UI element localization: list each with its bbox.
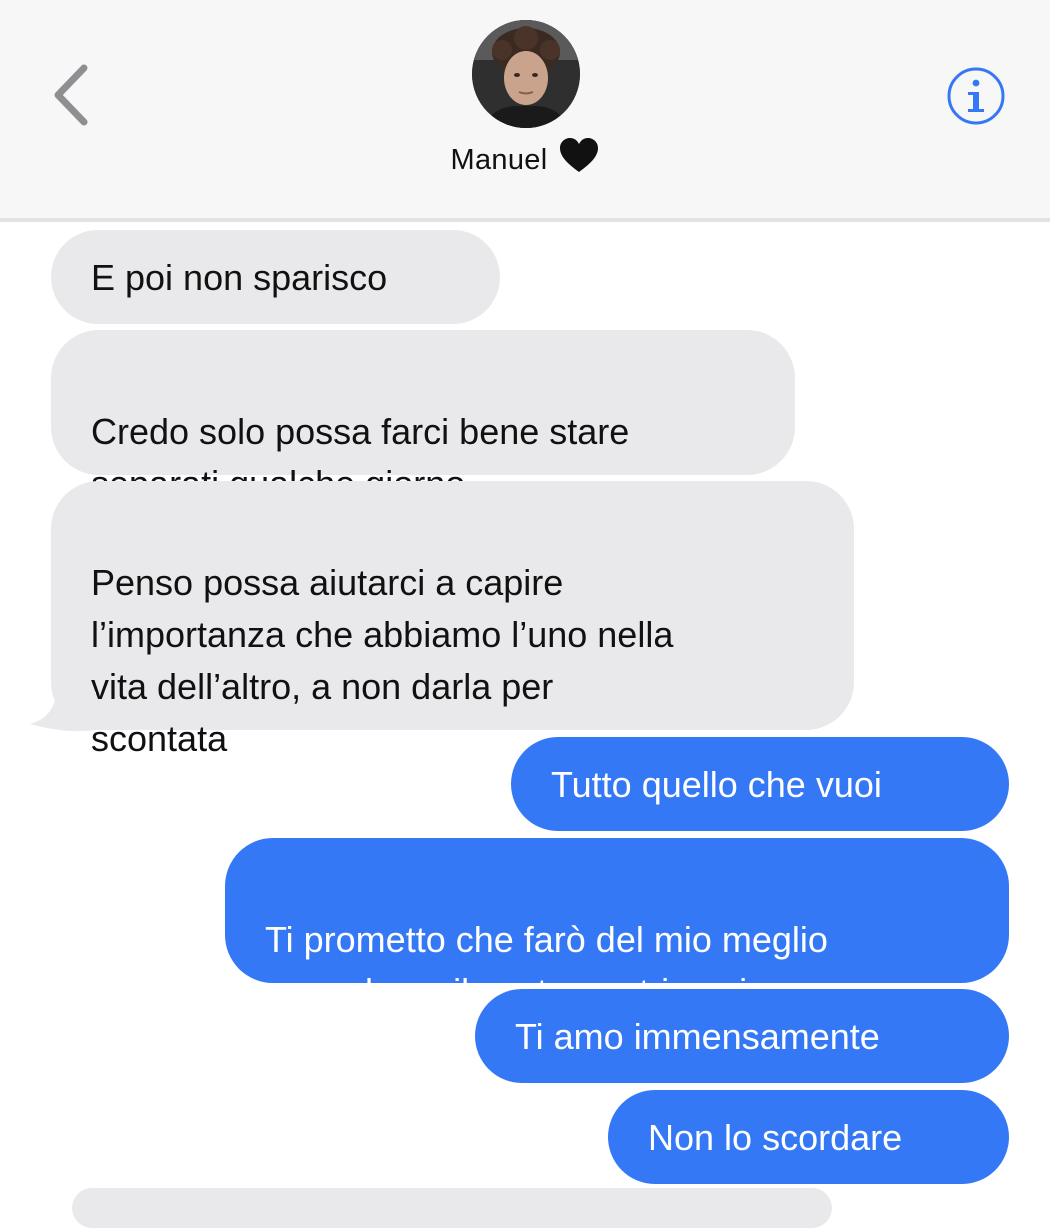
- message-bubble-outgoing[interactable]: Non lo scordare: [608, 1090, 1009, 1184]
- info-button[interactable]: [946, 66, 1006, 126]
- contact-avatar[interactable]: [472, 20, 580, 128]
- black-heart-icon: [559, 138, 599, 182]
- message-text: Tutto quello che vuoi: [551, 764, 882, 805]
- message-bubble-incoming[interactable]: Credo solo possa farci bene stare separa…: [51, 330, 795, 504]
- message-bubble-incoming[interactable]: E poi non sparisco: [51, 230, 500, 324]
- info-icon: [947, 67, 1005, 125]
- message-bubble-incoming-partial[interactable]: [72, 1188, 832, 1228]
- message-text: E poi non sparisco: [91, 257, 388, 298]
- conversation-header: Manuel: [0, 0, 1050, 218]
- message-bubble-incoming[interactable]: Penso possa aiutarci a capire l’importan…: [51, 481, 854, 759]
- message-bubble-outgoing[interactable]: Ti amo immensamente: [475, 989, 1009, 1083]
- message-bubble-outgoing[interactable]: Ti prometto che farò del mio meglio per …: [225, 838, 1009, 1012]
- message-bubble-outgoing[interactable]: Tutto quello che vuoi: [511, 737, 1009, 831]
- chevron-left-icon: [54, 64, 88, 126]
- message-text: Ti amo immensamente: [515, 1016, 880, 1057]
- contact-name: Manuel: [450, 144, 548, 176]
- bubble-tail: [30, 692, 96, 732]
- message-text: Non lo scordare: [648, 1117, 903, 1158]
- contact-name-row[interactable]: Manuel: [0, 138, 1050, 182]
- back-button[interactable]: [44, 60, 104, 130]
- message-text: Penso possa aiutarci a capire l’importan…: [91, 562, 674, 759]
- header-divider: [0, 218, 1050, 222]
